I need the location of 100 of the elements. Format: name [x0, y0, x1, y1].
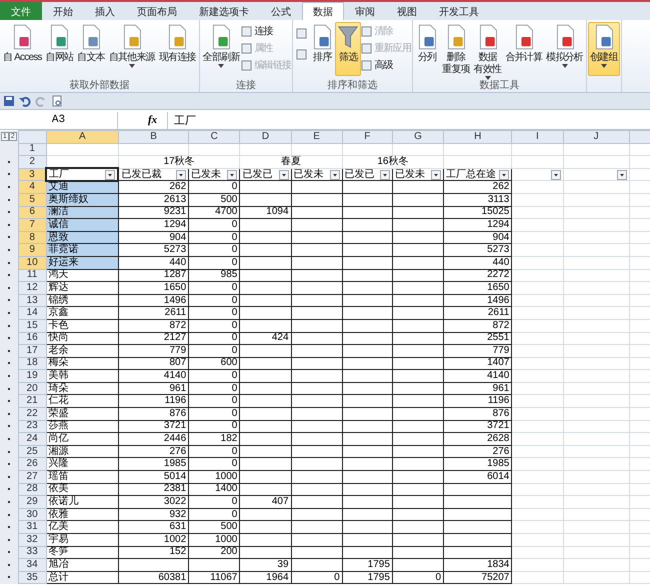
table-cell: 985 [220, 269, 238, 280]
ribbon-tab[interactable]: 视图 [386, 2, 428, 20]
ribbon-tab[interactable]: 页面布局 [126, 2, 188, 20]
ribbon-tab[interactable]: 插入 [84, 2, 126, 20]
table-cell: 1196 [164, 395, 186, 406]
ribbon-button[interactable]: 自文本 [75, 22, 107, 76]
table-cell: 0 [232, 282, 238, 293]
table-cell: 0 [232, 344, 238, 356]
table-cell: 152 [169, 546, 186, 558]
filter-dropdown-icon[interactable] [431, 170, 442, 180]
table-cell: 宇易 [48, 534, 69, 545]
ribbon-tab[interactable]: 文件 [0, 2, 42, 20]
group-title: 连接 [234, 78, 257, 92]
table-cell: 807 [169, 357, 186, 368]
table-cell: 美韩 [48, 370, 69, 382]
table-cell: 407 [272, 496, 289, 508]
filter-dropdown-icon[interactable] [176, 170, 186, 180]
table-cell: 631 [169, 521, 186, 532]
caret-icon [562, 64, 568, 68]
name-box[interactable]: A3 [0, 112, 118, 128]
ribbon-button[interactable]: 筛选 [335, 22, 362, 76]
column-header[interactable]: D [240, 130, 292, 144]
ribbon-tab[interactable]: 新建选项卡 [188, 2, 260, 20]
filter-dropdown-icon[interactable] [105, 170, 116, 180]
ribbon-button[interactable]: 自网站 [44, 22, 76, 76]
table-cell: 2551 [487, 332, 510, 344]
ribbon-button[interactable]: 分列 [414, 22, 440, 76]
table-cell: 1985 [164, 458, 186, 470]
filter-header: 已发未 [191, 170, 222, 180]
ribbon-button[interactable]: 现有连接 [156, 22, 198, 76]
table-cell: 2613 [164, 194, 186, 205]
table-cell: 总计 [48, 572, 69, 583]
table-cell: 9231 [164, 206, 186, 218]
ribbon-button[interactable]: 排序 [309, 22, 336, 76]
table-cell: 4700 [215, 206, 238, 218]
ribbon-tab[interactable]: 开始 [42, 2, 84, 20]
table-cell: 262 [169, 181, 186, 192]
table-cell: 1985 [487, 458, 510, 470]
table-cell: 2127 [164, 332, 186, 344]
column-header[interactable]: C [188, 130, 240, 144]
undo-icon[interactable] [19, 95, 31, 107]
table-cell: 904 [492, 232, 510, 243]
filter-dropdown-icon[interactable] [278, 170, 289, 180]
table-cell: 快尚 [48, 332, 69, 344]
table-cell: 0 [232, 181, 238, 192]
filter-dropdown-icon[interactable] [499, 170, 510, 180]
ribbon-tab[interactable]: 开发工具 [428, 2, 490, 20]
column-header[interactable]: G [392, 130, 444, 144]
table-cell: 尚亿 [48, 433, 69, 444]
ribbon-button[interactable]: 自 Access [1, 22, 44, 76]
table-cell: 0 [232, 294, 238, 306]
funnel-icon [337, 24, 360, 50]
insert-function-button[interactable]: fx [148, 114, 158, 126]
table-cell: 2381 [164, 483, 186, 494]
table-cell: 卡色 [48, 320, 69, 331]
column-header[interactable]: I [512, 130, 564, 144]
ribbon-small-button[interactable]: 高级 [361, 58, 412, 72]
table-cell: 亿美 [48, 521, 69, 532]
ribbon-button[interactable]: 模拟分析 [544, 22, 585, 76]
table-cell: 876 [169, 408, 186, 419]
table-cell: 182 [220, 433, 238, 444]
ribbon-tab[interactable]: 审阅 [344, 2, 386, 20]
filter-dropdown-icon[interactable] [550, 170, 561, 180]
filter-dropdown-icon[interactable] [330, 170, 340, 180]
column-header[interactable]: F [342, 130, 392, 144]
ribbon-button[interactable]: 全部刷新 [200, 22, 242, 76]
group-header: 17秋冬 [164, 156, 195, 167]
filter-header: 工厂 [49, 170, 70, 180]
table-cell: 1196 [488, 395, 510, 406]
ribbon-button[interactable]: 创建组 [588, 22, 620, 76]
table-cell: 3022 [164, 496, 186, 508]
caret-icon [600, 64, 607, 68]
filter-dropdown-icon[interactable] [227, 170, 238, 180]
table-cell: 276 [169, 446, 186, 457]
filter-dropdown-icon[interactable] [616, 170, 627, 180]
save-icon[interactable] [3, 95, 15, 107]
table-cell: 1407 [487, 357, 510, 368]
ribbon-button[interactable]: 自其他来源 [106, 22, 157, 76]
column-header[interactable]: E [291, 130, 342, 144]
column-header[interactable]: H [444, 130, 512, 144]
table-cell: 1834 [487, 558, 510, 570]
table-cell: 3113 [488, 194, 510, 205]
column-header[interactable]: B [118, 130, 189, 144]
ribbon-small-button[interactable]: 连接 [241, 24, 292, 38]
group-header: 春夏 [281, 156, 302, 167]
print-preview-icon[interactable] [51, 95, 63, 107]
table-cell: 600 [220, 357, 238, 368]
table-cell: 5014 [164, 470, 186, 482]
ribbon-tab[interactable]: 数据 [302, 2, 344, 20]
column-header[interactable]: J [563, 130, 630, 144]
table-cell: 菲霓诺 [48, 244, 79, 256]
ribbon-button[interactable]: 删除 重复项 [440, 22, 472, 78]
ribbon-tab[interactable]: 公式 [260, 2, 302, 20]
filter-dropdown-icon[interactable] [380, 170, 390, 180]
group-title: 排序和筛选 [326, 78, 379, 92]
formula-field[interactable]: 工厂 [167, 112, 650, 128]
table-cell: 500 [220, 521, 238, 532]
column-header[interactable]: A [46, 130, 118, 144]
ribbon-button[interactable]: 合并计算 [503, 22, 544, 76]
table-cell: 仁花 [48, 395, 69, 406]
